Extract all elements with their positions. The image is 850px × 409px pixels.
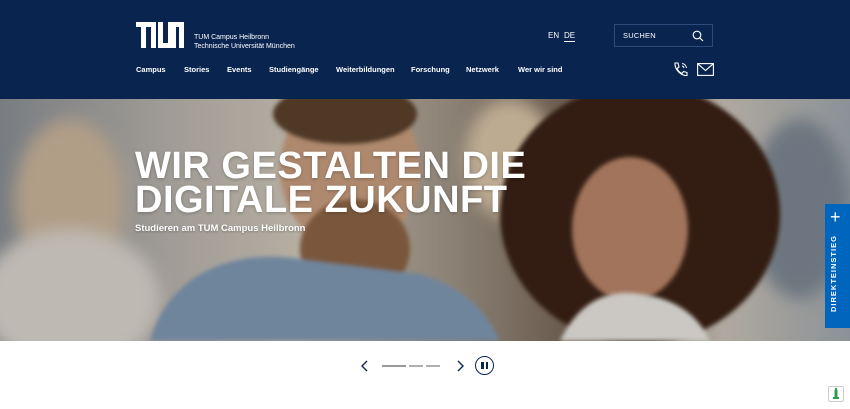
plus-icon: + — [830, 207, 841, 227]
brand-line1: TUM Campus Heilbronn — [194, 34, 270, 41]
search-icon — [692, 30, 704, 42]
tum-logo[interactable] — [136, 22, 184, 48]
direkteinstieg-label: DIREKTEINSTIEG — [829, 235, 838, 312]
hero-subtitle: Studieren am TUM Campus Heilbronn — [135, 223, 306, 234]
hero-title-line2: DIGITALE ZUKUNFT — [135, 179, 508, 221]
pause-icon-bar — [485, 362, 488, 369]
nav-item-wer-wir-sind[interactable]: Wer wir sind — [518, 65, 562, 74]
carousel-indicator-3[interactable] — [426, 365, 440, 367]
mail-icon[interactable] — [697, 63, 714, 76]
chevron-left-icon[interactable] — [359, 360, 371, 372]
search-label: SUCHEN — [623, 31, 656, 40]
hero-banner: WIR GESTALTEN DIE DIGITALE ZUKUNFT Studi… — [0, 99, 850, 341]
site-header: TUM Campus Heilbronn Technische Universi… — [0, 0, 850, 99]
pause-button[interactable] — [475, 356, 494, 375]
chevron-right-icon[interactable] — [454, 360, 466, 372]
direkteinstieg-tab[interactable]: + DIREKTEINSTIEG — [825, 204, 850, 328]
brand-line2: Technische Universität München — [194, 43, 295, 50]
pause-icon — [481, 362, 484, 369]
search-button[interactable]: SUCHEN — [614, 24, 713, 47]
nav-item-forschung[interactable]: Forschung — [411, 65, 450, 74]
lang-de-link[interactable]: DE — [564, 31, 576, 42]
feedback-button[interactable] — [828, 386, 844, 402]
nav-item-studiengaenge[interactable]: Studiengänge — [269, 65, 319, 74]
nav-item-weiterbildungen[interactable]: Weiterbildungen — [336, 65, 395, 74]
hero-title: WIR GESTALTEN DIE DIGITALE ZUKUNFT — [135, 145, 555, 221]
nav-item-netzwerk[interactable]: Netzwerk — [466, 65, 499, 74]
carousel-indicator-1[interactable] — [382, 365, 406, 367]
feedback-icon — [833, 387, 839, 399]
nav-item-campus[interactable]: Campus — [136, 65, 166, 74]
carousel-indicator-2[interactable] — [409, 365, 423, 367]
phone-icon[interactable] — [672, 61, 689, 78]
brand-text[interactable]: TUM Campus Heilbronn Technische Universi… — [194, 33, 295, 51]
lang-en-link[interactable]: EN — [548, 31, 559, 40]
nav-item-stories[interactable]: Stories — [184, 65, 209, 74]
nav-item-events[interactable]: Events — [227, 65, 252, 74]
hero-title-line1: WIR GESTALTEN DIE — [135, 145, 527, 187]
